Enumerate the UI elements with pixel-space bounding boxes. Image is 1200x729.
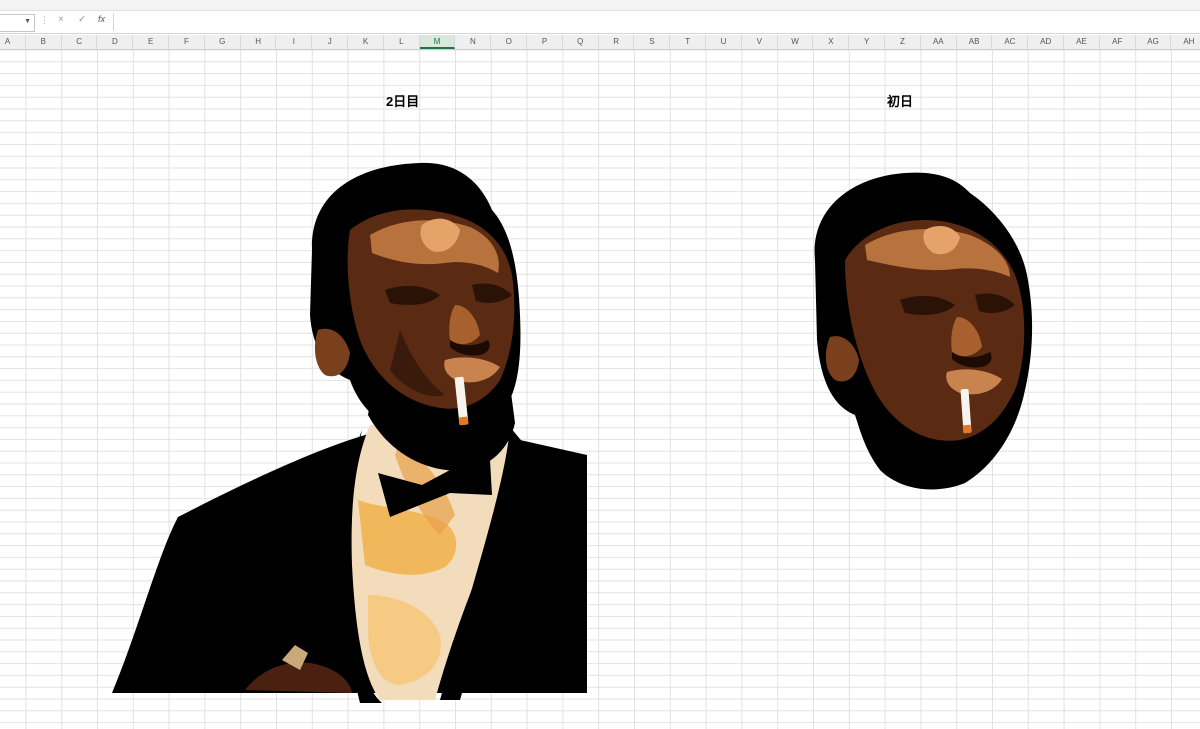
column-header-a[interactable]: A: [0, 35, 26, 49]
function-icon[interactable]: fx: [98, 14, 105, 24]
column-header-af[interactable]: AF: [1100, 35, 1136, 49]
column-header-ac[interactable]: AC: [993, 35, 1029, 49]
formula-input[interactable]: [113, 13, 1200, 31]
column-header-w[interactable]: W: [778, 35, 814, 49]
column-header-s[interactable]: S: [635, 35, 671, 49]
column-header-j[interactable]: J: [312, 35, 349, 49]
column-headers: A B C D E F G H I J K L M N O P Q R S T U V W X Y Z AA AB AC AD AE AF AG…: [0, 35, 1200, 50]
column-header-h[interactable]: H: [241, 35, 277, 49]
column-header-f[interactable]: F: [169, 35, 205, 49]
column-header-ad[interactable]: AD: [1028, 35, 1065, 49]
column-header-e[interactable]: E: [133, 35, 170, 49]
column-header-b[interactable]: B: [26, 35, 62, 49]
column-header-q[interactable]: Q: [563, 35, 599, 49]
column-header-ae[interactable]: AE: [1064, 35, 1100, 49]
enter-icon[interactable]: ✓: [78, 14, 86, 25]
column-header-ah[interactable]: AH: [1172, 35, 1200, 49]
column-header-t[interactable]: T: [670, 35, 707, 49]
ribbon-edge: [0, 0, 1200, 11]
column-header-y[interactable]: Y: [849, 35, 886, 49]
cancel-icon[interactable]: ×: [58, 14, 64, 25]
column-header-ag[interactable]: AG: [1136, 35, 1172, 49]
man-smoking-illustration-head[interactable]: [805, 165, 1045, 500]
column-header-r[interactable]: R: [599, 35, 635, 49]
column-header-i[interactable]: I: [277, 35, 313, 49]
name-box[interactable]: ▼: [0, 14, 35, 32]
column-header-o[interactable]: O: [491, 35, 528, 49]
column-header-p[interactable]: P: [527, 35, 563, 49]
column-header-z[interactable]: Z: [885, 35, 921, 49]
formula-bar: ▼ ⋮ × ✓ fx: [0, 11, 1200, 34]
column-header-v[interactable]: V: [742, 35, 778, 49]
column-header-ab[interactable]: AB: [957, 35, 993, 49]
column-header-m[interactable]: M: [419, 35, 456, 49]
column-header-n[interactable]: N: [456, 35, 492, 49]
sheet-title-day2: 2日目: [386, 94, 420, 109]
column-header-k[interactable]: K: [348, 35, 384, 49]
column-header-c[interactable]: C: [62, 35, 98, 49]
column-header-g[interactable]: G: [205, 35, 241, 49]
sheet-title-day1: 初日: [887, 94, 914, 109]
column-header-aa[interactable]: AA: [921, 35, 957, 49]
column-header-d[interactable]: D: [98, 35, 134, 49]
column-header-u[interactable]: U: [706, 35, 742, 49]
column-header-l[interactable]: L: [384, 35, 420, 49]
chevron-down-icon[interactable]: ▼: [24, 18, 31, 25]
more-icon: ⋮: [40, 15, 49, 25]
column-header-x[interactable]: X: [814, 35, 850, 49]
man-smoking-illustration-large[interactable]: [100, 155, 600, 715]
